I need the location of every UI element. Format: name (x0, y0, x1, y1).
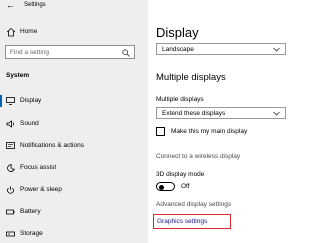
sidebar-item-label: Notifications & actions (20, 142, 84, 149)
multiple-displays-value: Extend these displays (162, 110, 226, 117)
sidebar-item-label: Focus assist (20, 164, 57, 171)
sidebar-item-storage[interactable]: Storage (0, 227, 148, 241)
search-input[interactable]: Find a setting (5, 45, 135, 59)
notification-icon (6, 142, 15, 149)
graphics-settings-highlight: Graphics settings (153, 214, 231, 229)
toggle-state-label: Off (181, 183, 190, 190)
multiple-displays-dropdown[interactable]: Extend these displays (156, 107, 286, 119)
sidebar-item-battery[interactable]: Battery (0, 205, 148, 219)
sidebar-item-label: Power & sleep (20, 186, 62, 193)
back-arrow-icon[interactable]: ← (6, 1, 15, 10)
main-content: Display Landscape Multiple displays Mult… (148, 0, 300, 243)
sidebar-item-focus-assist[interactable]: Focus assist (0, 161, 148, 175)
sidebar: ← Settings Home Find a setting System Di… (0, 0, 148, 243)
power-icon (7, 186, 14, 194)
sidebar-item-display[interactable]: Display (0, 94, 148, 108)
chevron-down-icon (273, 47, 280, 52)
advanced-display-settings-link[interactable]: Advanced display settings (156, 201, 231, 208)
speaker-icon (6, 120, 14, 128)
sidebar-item-label: Storage (20, 230, 43, 237)
3d-display-mode-toggle[interactable] (156, 182, 175, 191)
main-display-checkbox[interactable] (156, 127, 165, 136)
window-title: Settings (24, 2, 46, 8)
graphics-settings-link[interactable]: Graphics settings (157, 218, 207, 225)
toggle-knob (159, 184, 164, 190)
page-title: Display (156, 25, 199, 40)
orientation-dropdown[interactable]: Landscape (156, 43, 286, 55)
sidebar-item-label: Battery (20, 208, 41, 215)
storage-icon (6, 231, 15, 237)
home-icon (6, 27, 16, 37)
sidebar-item-power-sleep[interactable]: Power & sleep (0, 183, 148, 197)
multiple-displays-label: Multiple displays (156, 96, 204, 103)
moon-icon (7, 164, 15, 172)
search-placeholder: Find a setting (10, 49, 50, 56)
battery-icon (6, 209, 15, 215)
main-display-checkbox-label: Make this my main display (171, 128, 248, 135)
title-bar: ← Settings (0, 0, 148, 12)
sidebar-item-notifications[interactable]: Notifications & actions (0, 139, 148, 153)
chevron-down-icon (273, 111, 280, 116)
sidebar-item-label: Sound (20, 120, 39, 127)
home-label: Home (20, 28, 38, 35)
sidebar-item-sound[interactable]: Sound (0, 117, 148, 131)
wireless-display-link[interactable]: Connect to a wireless display (156, 153, 240, 160)
section-label-system: System (6, 72, 30, 79)
multiple-displays-heading: Multiple displays (156, 72, 226, 83)
orientation-value: Landscape (162, 46, 194, 53)
monitor-icon (6, 97, 15, 105)
search-icon[interactable] (122, 49, 130, 57)
3d-display-mode-label: 3D display mode (156, 171, 205, 178)
sidebar-item-label: Display (20, 97, 42, 104)
